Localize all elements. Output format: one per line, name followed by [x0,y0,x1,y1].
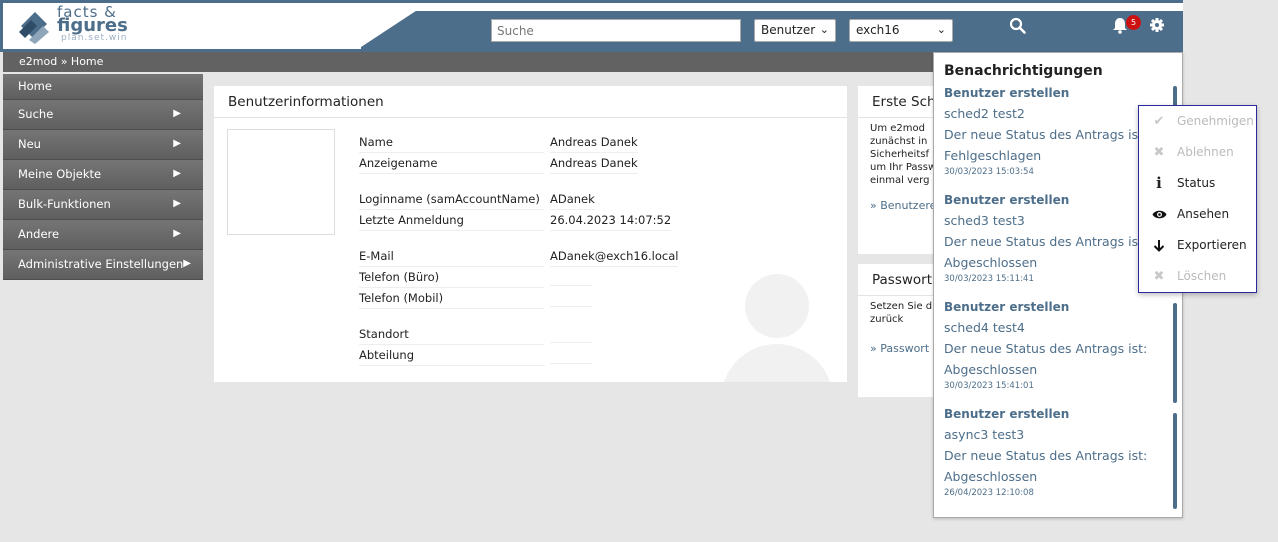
notifications-title: Benachrichtigungen [944,63,1103,79]
sidebar-item-label: Administrative Einstellungen [18,257,184,271]
notification-title: Benutzer erstellen [944,86,1070,100]
sidebar: Home Suche ▶ Neu ▶ Meine Objekte ▶ Bulk-Fun… [3,74,203,280]
sidebar-item-home[interactable]: Home [3,74,203,100]
field-label: Letzte Anmeldung [359,213,544,231]
logo-tagline: plan.set.win [61,33,128,43]
sidebar-item-meine-objekte[interactable]: Meine Objekte ▶ [3,160,203,190]
chevron-right-icon: ▶ [173,198,181,209]
notification-scrollbar[interactable] [1173,413,1177,509]
notification-title: Benutzer erstellen [944,300,1070,314]
menu-item-status[interactable]: i Status [1139,168,1256,199]
notification-item[interactable]: Benutzer erstellen async3 test3 Der neue… [934,404,1182,499]
menu-item-ansehen[interactable]: Ansehen [1139,199,1256,230]
menu-item-label: Ansehen [1177,207,1230,221]
notification-badge: 5 [1126,15,1141,30]
chevron-right-icon: ▶ [183,258,191,269]
logo-icon [19,12,49,44]
field-label: Abteilung [359,348,544,366]
sidebar-item-admin-settings[interactable]: Administrative Einstellungen ▶ [3,250,203,280]
chevron-right-icon: ▶ [173,138,181,149]
field-value: Andreas Danek [550,135,638,153]
field-label: E-Mail [359,249,544,267]
notification-time: 30/03/2023 15:41:01 [944,381,1034,391]
menu-item-exportieren[interactable]: Exportieren [1139,230,1256,261]
sidebar-item-suche[interactable]: Suche ▶ [3,100,203,130]
field-label: Name [359,135,544,153]
menu-item-label: Ablehnen [1177,145,1234,159]
field-value: Andreas Danek [550,156,638,174]
search-icon[interactable] [1009,17,1026,34]
notification-scrollbar[interactable] [1173,303,1177,403]
field-value [550,291,592,307]
menu-item-loeschen[interactable]: ✖ Löschen [1139,261,1256,292]
notification-status: Abgeschlossen [944,362,1038,377]
menu-item-label: Genehmigen [1177,114,1254,128]
sidebar-item-label: Neu [18,137,41,151]
menu-item-genehmigen[interactable]: ✔ Genehmigen [1139,106,1256,137]
gear-icon[interactable] [1149,17,1165,33]
menu-item-label: Löschen [1177,269,1227,283]
breadcrumb-text: e2mod » Home [19,55,104,68]
sidebar-item-andere[interactable]: Andere ▶ [3,220,203,250]
chevron-right-icon: ▶ [173,228,181,239]
chevron-right-icon: ▶ [173,168,181,179]
scope-select-value: Benutzer [761,23,816,37]
notification-item[interactable]: Benutzer erstellen sched4 test4 Der neue… [934,297,1182,392]
notification-message: Der neue Status des Antrags ist: [944,341,1148,356]
notification-context-menu: ✔ Genehmigen ✖ Ablehnen i Status Ansehen… [1138,105,1257,293]
eye-icon [1151,199,1167,230]
sidebar-item-neu[interactable]: Neu ▶ [3,130,203,160]
logo-diagonal [358,3,428,49]
sidebar-item-label: Bulk-Funktionen [18,197,111,211]
field-value [550,348,592,364]
notification-title: Benutzer erstellen [944,407,1070,421]
check-icon: ✔ [1153,114,1165,129]
notification-name: async3 test3 [944,427,1025,442]
menu-item-label: Status [1177,176,1216,190]
avatar-placeholder-icon [721,274,833,382]
field-label: Telefon (Mobil) [359,291,544,309]
field-label: Loginname (samAccountName) [359,192,544,210]
info-icon: i [1156,174,1162,192]
chevron-down-icon: ⌄ [936,23,946,36]
search-input[interactable] [491,19,741,42]
user-photo [227,129,335,235]
domain-select[interactable]: exch16 ⌄ [849,19,953,42]
field-value [550,327,592,343]
field-label: Telefon (Büro) [359,270,544,288]
domain-select-value: exch16 [856,23,900,37]
chevron-right-icon: ▶ [173,108,181,119]
arrow-down-icon [1151,230,1167,261]
x-icon: ✖ [1153,145,1165,160]
user-info-card: Benutzerinformationen Name Andreas Danek… [214,86,847,382]
menu-item-ablehnen[interactable]: ✖ Ablehnen [1139,137,1256,168]
field-value: ADanek@exch16.local [550,249,679,267]
menu-item-label: Exportieren [1177,238,1247,252]
logo-area: facts & figures plan.set.win [3,3,361,49]
scope-select[interactable]: Benutzer ⌄ [754,19,836,42]
notification-name: sched4 test4 [944,320,1025,335]
user-info-title: Benutzerinformationen [214,86,847,118]
chevron-down-icon: ⌄ [819,23,829,36]
sidebar-item-bulk-funktionen[interactable]: Bulk-Funktionen ▶ [3,190,203,220]
field-value: 26.04.2023 14:07:52 [550,213,672,231]
notification-message: Der neue Status des Antrags ist: [944,448,1148,463]
field-value: ADanek [550,192,595,210]
field-value [550,270,592,286]
sidebar-item-label: Suche [18,107,54,121]
notification-status: Abgeschlossen [944,469,1038,484]
sidebar-item-label: Andere [18,227,60,241]
x-icon: ✖ [1153,269,1165,284]
sidebar-item-label: Meine Objekte [18,167,102,181]
notification-time: 26/04/2023 12:10:08 [944,488,1034,498]
field-label: Standort [359,327,544,345]
field-label: Anzeigename [359,156,544,174]
sidebar-item-label: Home [18,79,52,93]
